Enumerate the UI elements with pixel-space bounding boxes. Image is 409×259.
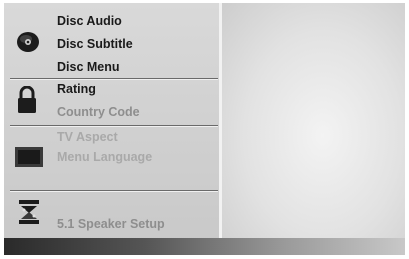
bottom-status-bar — [4, 238, 405, 255]
menu-divider — [10, 78, 218, 79]
menu-item-country-code[interactable]: Country Code — [57, 105, 140, 120]
menu-divider — [10, 190, 218, 191]
menu-item-disc-audio[interactable]: Disc Audio — [57, 14, 122, 29]
speaker-setup-icon — [18, 199, 40, 230]
menu-item-tv-aspect[interactable]: TV Aspect — [57, 130, 118, 145]
menu-item-disc-menu[interactable]: Disc Menu — [57, 60, 120, 75]
tv-screen-icon — [14, 146, 44, 173]
menu-item-rating[interactable]: Rating — [57, 82, 96, 97]
preview-panel — [222, 3, 405, 244]
menu-item-5-1-speaker-setup[interactable]: 5.1 Speaker Setup — [57, 217, 165, 232]
padlock-icon — [17, 85, 37, 119]
setup-menu-screen: Disc Audio Disc Subtitle Disc Menu Ratin… — [0, 0, 409, 259]
menu-item-menu-language[interactable]: Menu Language — [57, 150, 152, 165]
menu-item-disc-subtitle[interactable]: Disc Subtitle — [57, 37, 133, 52]
setup-menu-panel: Disc Audio Disc Subtitle Disc Menu Ratin… — [4, 3, 222, 244]
menu-divider — [10, 125, 218, 126]
disc-icon — [16, 31, 40, 58]
